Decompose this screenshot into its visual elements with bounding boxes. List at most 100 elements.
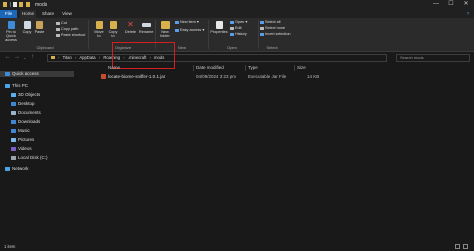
item-count: 1 item [4,244,16,249]
move-to-button[interactable]: Move to [93,21,105,38]
open-label: Open ▾ [235,20,248,24]
folder-icon [3,2,7,7]
new-folder-button[interactable]: New folder [158,21,172,38]
star-icon [5,71,10,76]
nav-item-pictures[interactable]: Pictures [11,137,34,143]
select-none-button[interactable]: Select none [260,26,285,30]
ribbon-tabs: File Home Share View ? [0,10,474,18]
rename-label: Rename [139,30,154,34]
easy-access-label: Easy access ▾ [180,28,205,32]
properties-label: Properties [210,30,228,34]
nav-item-network[interactable]: Network [5,166,29,172]
back-arrow-icon[interactable]: ← [5,54,11,61]
paste-shortcut-button[interactable]: Paste shortcut [56,33,85,37]
group-open-label: Open [227,45,237,50]
copy-icon [23,21,31,29]
pin-label: Pin to Quick access [5,30,17,42]
divider [88,20,89,49]
group-new-label: New [177,45,186,50]
nav-label: Videos [18,146,32,151]
new-item-button[interactable]: New item ▾ [175,20,199,24]
forward-arrow-icon[interactable]: → [14,54,20,61]
nav-item-3d-objects[interactable]: 3D Objects [11,92,40,98]
nav-item-quick-access[interactable]: Quick access [0,71,74,77]
history-button[interactable]: History [230,32,247,36]
tab-view[interactable]: View [60,10,74,18]
cut-button[interactable]: Cut [56,21,67,25]
tab-file[interactable]: File [0,10,17,18]
nav-item-this-pc[interactable]: This PC [5,83,28,89]
address-bar[interactable]: › Titan › AppData › Roaming › .minecraft… [47,54,387,62]
select-all-button[interactable]: Select all [260,20,280,24]
computer-icon [5,83,10,88]
properties-button[interactable]: Properties [210,21,228,34]
recent-locations-icon[interactable]: ⌄ [23,54,26,61]
breadcrumb-appdata[interactable]: AppData [79,55,95,60]
copy-to-icon [109,21,117,29]
divider [258,20,259,49]
tab-home[interactable]: Home [20,10,36,18]
nav-item-downloads[interactable]: Downloads [11,119,40,125]
copy-label: Copy [22,30,32,34]
copy-button[interactable]: Copy [21,21,33,34]
properties-quick-icon[interactable] [13,2,17,7]
nav-item-videos[interactable]: Videos [11,146,32,152]
ribbon: Pin to Quick access Copy Paste Cut Copy … [0,18,474,52]
details-view-icon[interactable] [455,244,460,249]
tab-share[interactable]: Share [40,10,56,18]
clipboard-icon [36,21,43,29]
nav-label: Music [18,128,30,133]
file-date: 04/09/2024 3:23 pm [196,74,237,79]
search-placeholder: Search mods [400,55,424,60]
drive-icon [11,155,16,160]
file-type: Executable Jar File [248,74,287,79]
nav-item-music[interactable]: Music [11,128,30,134]
select-none-label: Select none [265,26,286,30]
pin-icon [7,21,15,29]
delete-button[interactable]: ✕ Delete [124,21,137,35]
nav-item-local-disk[interactable]: Local Disk (C:) [11,155,48,161]
invert-selection-label: Invert selection [265,32,291,36]
column-header-date-modified[interactable]: Date modified [196,64,224,72]
nav-item-desktop[interactable]: Desktop [11,101,35,107]
minimize-button[interactable]: — [432,1,440,8]
history-icon [230,32,234,36]
desktop-icon [11,101,16,106]
column-header-size[interactable]: Size [297,64,306,72]
invert-selection-button[interactable]: Invert selection [260,32,291,36]
edit-button[interactable]: Edit [230,26,242,30]
paste-button[interactable]: Paste [33,21,46,34]
up-arrow-icon[interactable]: ↑ [31,54,34,61]
rename-button[interactable]: Rename [139,21,153,34]
divider [245,65,246,71]
divider [294,65,295,71]
nav-label: This PC [12,83,29,88]
group-select-label: Select [266,45,278,50]
pin-quick-access-button[interactable]: Pin to Quick access [2,21,20,42]
nav-label: Local Disk (C:) [18,155,48,160]
file-row[interactable]: locate-biome-sniffer-1.0.1.jar 04/09/202… [96,73,322,81]
copy-path-button[interactable]: Copy path [56,27,78,31]
maximize-button[interactable]: ☐ [447,1,455,8]
large-icons-view-icon[interactable] [463,244,468,249]
open-button[interactable]: Open ▾ [230,20,247,24]
column-header-name[interactable]: Name [108,64,120,72]
navigation-pane: Quick access This PC 3D Objects Desktop … [0,66,74,242]
nav-item-documents[interactable]: Documents [11,110,41,116]
nav-label: Quick access [12,71,39,76]
easy-access-button[interactable]: Easy access ▾ [175,28,204,32]
search-input[interactable]: Search mods [396,54,470,62]
divider [10,2,11,7]
new-folder-quick-icon[interactable] [19,2,23,7]
paste-label: Paste [34,30,45,34]
copy-path-icon [56,27,60,31]
copy-to-button[interactable]: Copy to [107,21,119,38]
breadcrumb-separator: › [98,55,101,60]
nav-label: Downloads [18,119,41,124]
column-header-type[interactable]: Type [248,64,258,72]
help-button[interactable]: ? [464,10,472,18]
close-button[interactable]: ✕ [462,1,470,8]
window-title: mods [35,2,48,8]
breadcrumb-titan[interactable]: Titan [63,55,72,60]
move-to-label: Move to [94,30,104,38]
